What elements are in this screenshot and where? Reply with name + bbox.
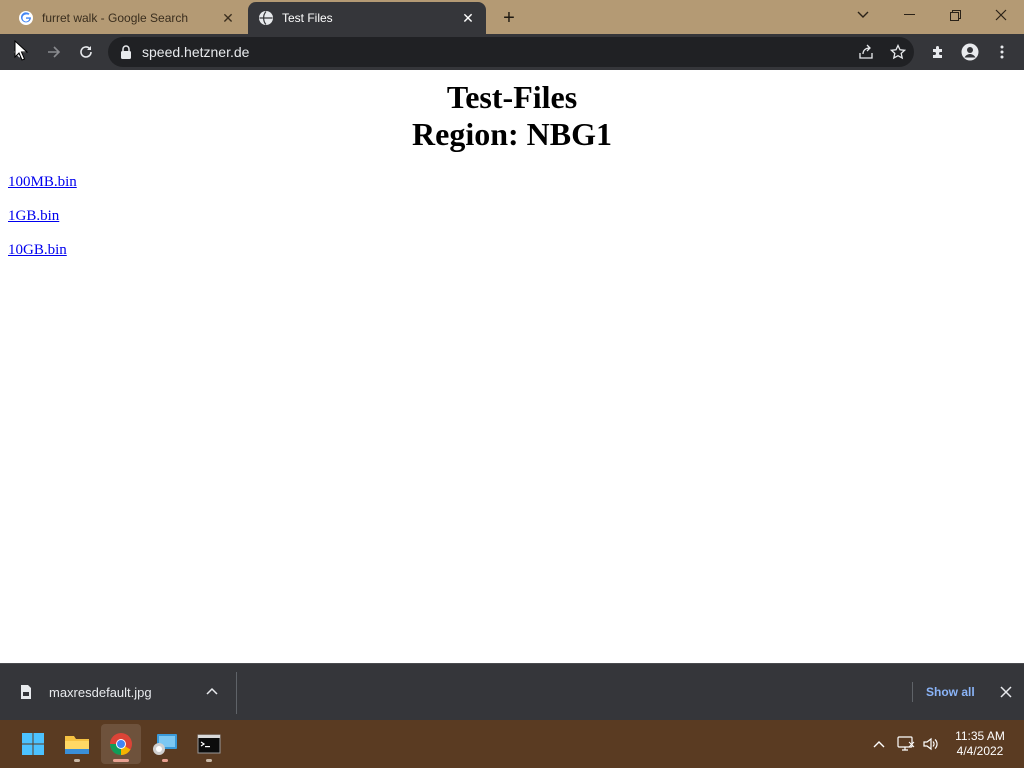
show-all-button[interactable]: Show all xyxy=(912,682,975,702)
tab-title: Test Files xyxy=(282,11,333,25)
lock-icon[interactable] xyxy=(120,45,134,59)
download-item[interactable]: maxresdefault.jpg xyxy=(0,664,236,720)
windows-taskbar: 11:35 AM 4/4/2022 xyxy=(0,720,1024,768)
tab-test-files[interactable]: Test Files ✕ xyxy=(248,2,486,34)
start-windows-icon[interactable] xyxy=(13,724,53,764)
close-icon[interactable]: ✕ xyxy=(460,10,476,26)
remote-desktop-icon[interactable] xyxy=(145,724,185,764)
chrome-icon[interactable] xyxy=(101,724,141,764)
tab-search-chevron-icon[interactable] xyxy=(840,0,886,30)
google-icon xyxy=(18,10,34,26)
mouse-cursor-icon xyxy=(14,40,28,61)
file-link-list: 100MB.bin 1GB.bin 10GB.bin xyxy=(8,173,77,275)
volume-icon[interactable] xyxy=(920,732,942,756)
terminal-icon[interactable] xyxy=(189,724,229,764)
profile-avatar-icon[interactable] xyxy=(956,38,984,66)
link-10gb[interactable]: 10GB.bin xyxy=(8,241,77,259)
minimize-button[interactable] xyxy=(886,0,932,30)
running-indicator xyxy=(162,759,168,762)
close-download-bar-icon[interactable] xyxy=(997,683,1015,701)
address-bar[interactable]: speed.hetzner.de xyxy=(108,37,914,67)
page-content: Test-Files Region: NBG1 100MB.bin 1GB.bi… xyxy=(0,70,1024,663)
network-icon[interactable] xyxy=(895,732,917,756)
file-icon xyxy=(20,684,36,700)
restore-button[interactable] xyxy=(932,0,978,30)
file-explorer-icon[interactable] xyxy=(57,724,97,764)
reload-button[interactable] xyxy=(72,38,100,66)
close-icon[interactable]: ✕ xyxy=(220,10,236,26)
browser-toolbar: speed.hetzner.de xyxy=(0,34,1024,70)
tab-google-search[interactable]: furret walk - Google Search ✕ xyxy=(8,2,246,34)
close-window-button[interactable] xyxy=(978,0,1024,30)
link-100mb[interactable]: 100MB.bin xyxy=(8,173,77,191)
extensions-puzzle-icon[interactable] xyxy=(924,38,952,66)
url-text: speed.hetzner.de xyxy=(142,44,250,60)
running-indicator xyxy=(206,759,212,762)
download-filename: maxresdefault.jpg xyxy=(49,684,152,700)
download-separator xyxy=(236,672,237,714)
download-bar: maxresdefault.jpg Show all xyxy=(0,663,1024,720)
tab-strip: furret walk - Google Search ✕ Test Files… xyxy=(0,0,1024,34)
forward-button[interactable] xyxy=(40,38,68,66)
show-hidden-icons-chevron-icon[interactable] xyxy=(868,732,890,756)
clock-time: 11:35 AM xyxy=(955,729,1005,743)
clock-date: 4/4/2022 xyxy=(956,744,1004,758)
running-indicator xyxy=(74,759,80,762)
heading-region: Region: NBG1 xyxy=(412,116,612,152)
page-heading: Test-Files Region: NBG1 xyxy=(0,79,1024,153)
running-indicator xyxy=(113,759,129,762)
link-1gb[interactable]: 1GB.bin xyxy=(8,207,77,225)
globe-icon xyxy=(258,10,274,26)
share-icon[interactable] xyxy=(852,38,880,66)
system-clock[interactable]: 11:35 AM 4/4/2022 xyxy=(944,729,1016,759)
tab-title: furret walk - Google Search xyxy=(42,11,189,25)
heading-title: Test-Files xyxy=(446,79,578,115)
menu-kebab-icon[interactable] xyxy=(988,38,1016,66)
new-tab-button[interactable]: + xyxy=(498,7,520,29)
chevron-up-icon[interactable] xyxy=(204,684,220,700)
bookmark-star-icon[interactable] xyxy=(884,38,912,66)
